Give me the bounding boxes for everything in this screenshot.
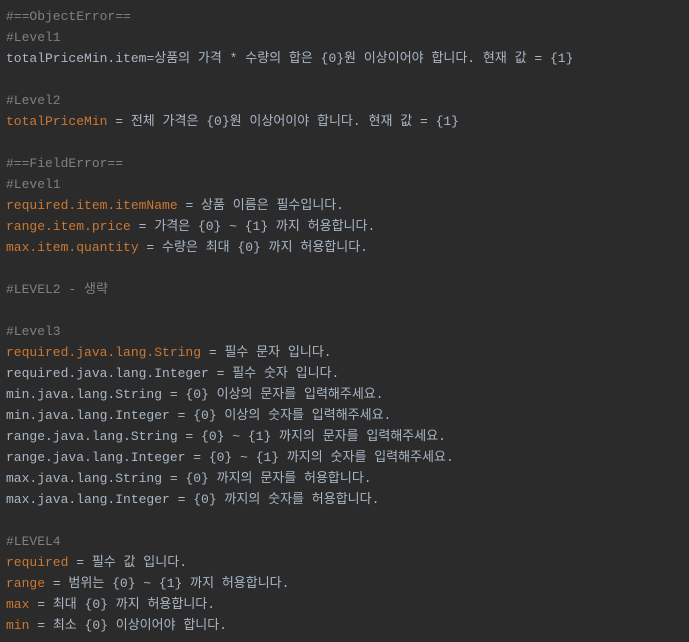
code-line: #Level3 <box>6 321 683 342</box>
code-token: 상품의 가격 * 수량의 합은 {0}원 이상이어야 합니다. 현재 값 = {… <box>154 51 573 66</box>
code-token: #Level1 <box>6 177 61 192</box>
code-token: 범위는 {0} ~ {1} 까지 허용합니다. <box>68 576 289 591</box>
code-line: #LEVEL4 <box>6 531 683 552</box>
code-line: required.java.lang.String = 필수 문자 입니다. <box>6 342 683 363</box>
code-token: 수량은 최대 {0} 까지 허용합니다. <box>162 240 368 255</box>
code-line: max.java.lang.String = {0} 까지의 문자를 허용합니다… <box>6 468 683 489</box>
code-line <box>6 300 683 321</box>
code-line: #==FieldError== <box>6 153 683 174</box>
code-line <box>6 510 683 531</box>
code-token: = <box>29 618 52 633</box>
code-line: required.item.itemName = 상품 이름은 필수입니다. <box>6 195 683 216</box>
code-token: min.java.lang.Integer = {0} 이상의 숫자를 입력해주… <box>6 408 391 423</box>
code-token: min.java.lang.String = {0} 이상의 문자를 입력해주세… <box>6 387 384 402</box>
code-line: #Level1 <box>6 174 683 195</box>
code-line: range.item.price = 가격은 {0} ~ {1} 까지 허용합니… <box>6 216 683 237</box>
code-token: range.item.price <box>6 219 131 234</box>
code-token: #Level2 <box>6 93 61 108</box>
code-token: 최대 {0} 까지 허용합니다. <box>53 597 215 612</box>
code-line: range = 범위는 {0} ~ {1} 까지 허용합니다. <box>6 573 683 594</box>
code-token: max.java.lang.String = {0} 까지의 문자를 허용합니다… <box>6 471 372 486</box>
code-token: min <box>6 618 29 633</box>
code-token: = <box>178 198 201 213</box>
code-line: range.java.lang.String = {0} ~ {1} 까지의 문… <box>6 426 683 447</box>
code-token: = <box>68 555 91 570</box>
code-token: = <box>45 576 68 591</box>
code-editor: #==ObjectError== #Level1 totalPriceMin.ite… <box>6 6 683 636</box>
code-token: range <box>6 576 45 591</box>
code-token: range.java.lang.String = {0} ~ {1} 까지의 문… <box>6 429 446 444</box>
code-token: totalPriceMin <box>6 114 107 129</box>
code-line <box>6 132 683 153</box>
code-line: required = 필수 값 입니다. <box>6 552 683 573</box>
code-token: 필수 값 입니다. <box>92 555 187 570</box>
code-line <box>6 258 683 279</box>
code-token: 상품 이름은 필수입니다. <box>201 198 344 213</box>
code-line: range.java.lang.Integer = {0} ~ {1} 까지의 … <box>6 447 683 468</box>
code-token: required.java.lang.String <box>6 345 201 360</box>
code-token: 최소 {0} 이상이어야 합니다. <box>53 618 227 633</box>
code-token: #Level1 <box>6 30 61 45</box>
code-token: = <box>131 219 154 234</box>
code-line <box>6 69 683 90</box>
code-line: #Level2 <box>6 90 683 111</box>
code-token: required <box>6 555 68 570</box>
code-token: max.java.lang.Integer = {0} 까지의 숫자를 허용합니… <box>6 492 379 507</box>
code-token: = <box>201 345 224 360</box>
code-token: = <box>139 240 162 255</box>
code-line: #LEVEL2 - 생략 <box>6 279 683 300</box>
code-line: required.java.lang.Integer = 필수 숫자 입니다. <box>6 363 683 384</box>
code-line: #Level1 <box>6 27 683 48</box>
code-token: #==ObjectError== <box>6 9 131 24</box>
code-token: required.java.lang.Integer = 필수 숫자 입니다. <box>6 366 339 381</box>
code-token: 가격은 {0} ~ {1} 까지 허용합니다. <box>154 219 375 234</box>
code-line: max.java.lang.Integer = {0} 까지의 숫자를 허용합니… <box>6 489 683 510</box>
code-token: max <box>6 597 29 612</box>
code-line: min = 최소 {0} 이상이어야 합니다. <box>6 615 683 636</box>
code-line: totalPriceMin = 전체 가격은 {0}원 이상어이야 합니다. 현… <box>6 111 683 132</box>
code-line: #==ObjectError== <box>6 6 683 27</box>
code-token: 필수 문자 입니다. <box>224 345 331 360</box>
code-token: #Level3 <box>6 324 61 339</box>
code-line: max.item.quantity = 수량은 최대 {0} 까지 허용합니다. <box>6 237 683 258</box>
code-token: totalPriceMin.item <box>6 51 146 66</box>
code-token: max.item.quantity <box>6 240 139 255</box>
code-token: #==FieldError== <box>6 156 123 171</box>
code-token: = <box>29 597 52 612</box>
code-token: range.java.lang.Integer = {0} ~ {1} 까지의 … <box>6 450 454 465</box>
code-token: 전체 가격은 {0}원 이상어이야 합니다. 현재 값 = {1} <box>131 114 459 129</box>
code-token: required.item.itemName <box>6 198 178 213</box>
code-line: totalPriceMin.item=상품의 가격 * 수량의 합은 {0}원 … <box>6 48 683 69</box>
code-token: = <box>107 114 130 129</box>
code-line: min.java.lang.Integer = {0} 이상의 숫자를 입력해주… <box>6 405 683 426</box>
code-token: #LEVEL4 <box>6 534 61 549</box>
code-token: #LEVEL2 - 생략 <box>6 282 108 297</box>
code-line: max = 최대 {0} 까지 허용합니다. <box>6 594 683 615</box>
code-line: min.java.lang.String = {0} 이상의 문자를 입력해주세… <box>6 384 683 405</box>
